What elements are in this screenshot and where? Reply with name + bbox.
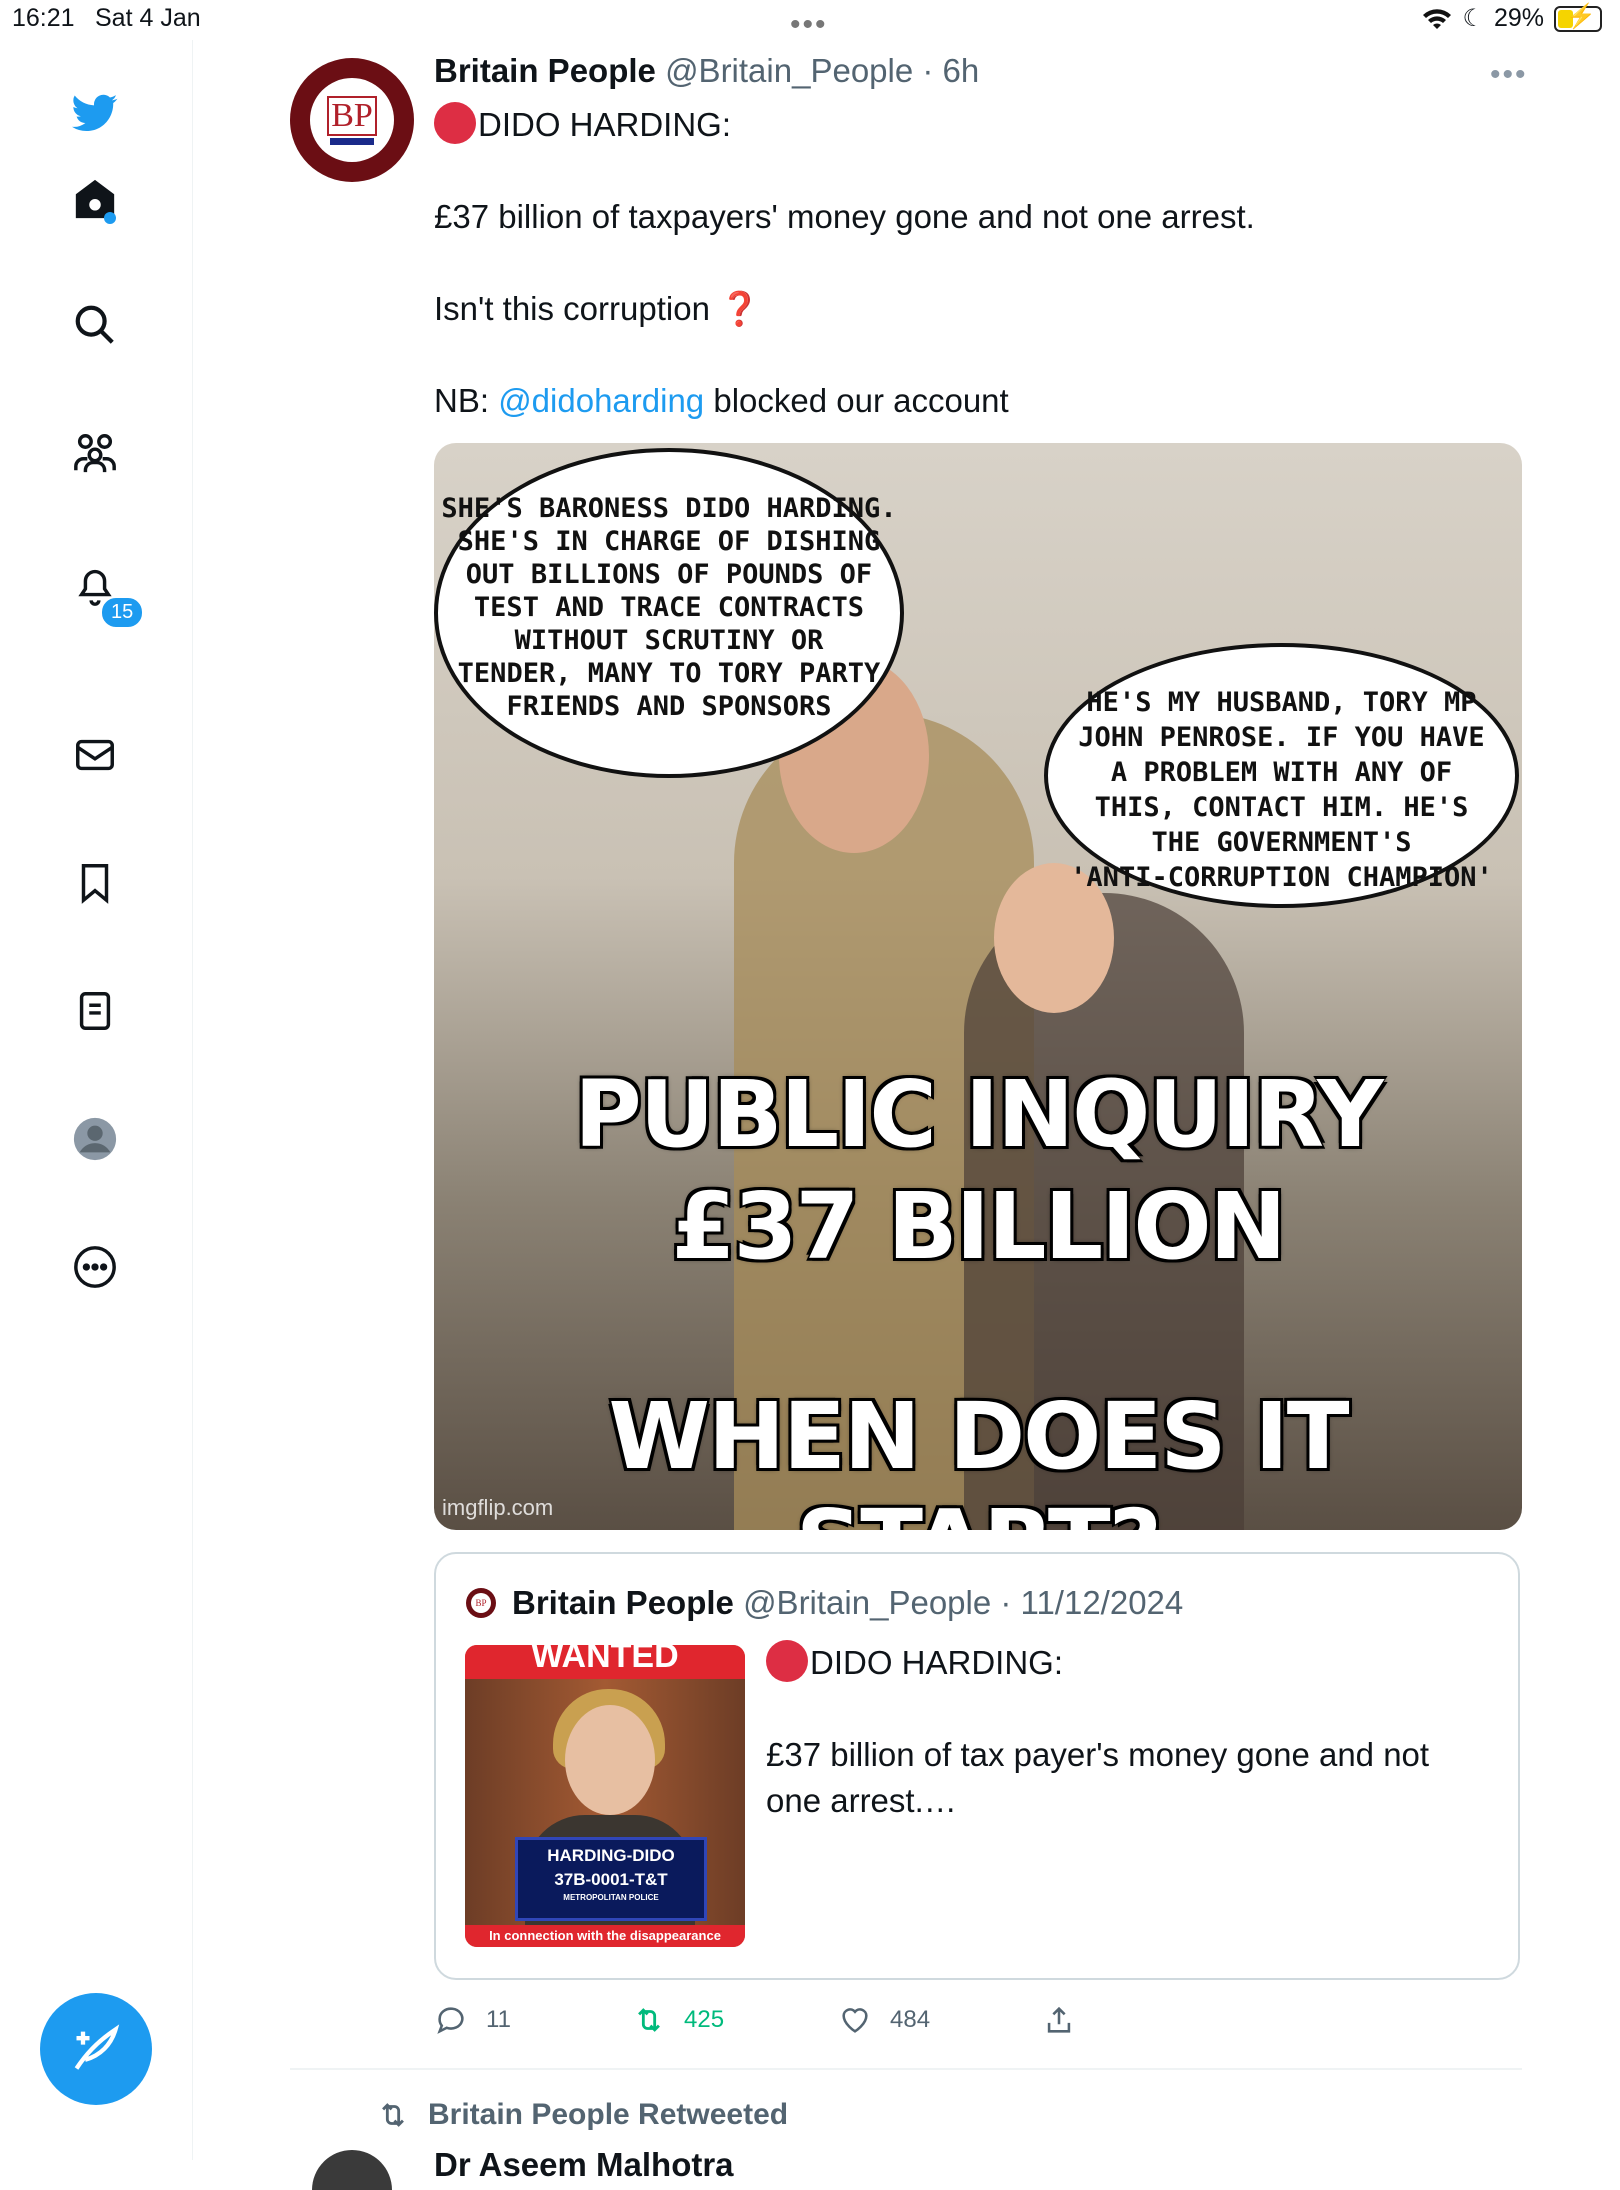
retweet-count: 425	[684, 2006, 725, 2033]
share-icon	[1047, 2006, 1071, 2033]
tweet-header: Britain People @Britain_People · 6h	[434, 52, 979, 90]
communities-icon[interactable]	[72, 430, 118, 476]
mugshot-placard: HARDING-DIDO 37B-0001-T&T METROPOLITAN P…	[515, 1837, 707, 1921]
compose-icon	[74, 2024, 120, 2070]
moon-icon: ☾	[1462, 5, 1484, 32]
compose-button[interactable]	[40, 1993, 152, 2105]
twitter-bird-icon[interactable]	[72, 90, 118, 136]
quoted-tweet-header: Britain People @Britain_People · 11/12/2…	[512, 1584, 1183, 1622]
quoted-author-handle: @Britain_People	[743, 1584, 992, 1621]
tweet-time[interactable]: · 6h	[922, 52, 979, 89]
quoted-tweet-thumbnail: WANTED HARDING-DIDO 37B-0001-T&T METROPO…	[465, 1645, 745, 1947]
tweet-line-1: DIDO HARDING:	[434, 102, 731, 144]
meme-headline-1: PUBLIC INQUIRY	[574, 1061, 1383, 1168]
meme-headline-2: £37 BILLION	[671, 1173, 1286, 1280]
heart-icon	[842, 2008, 868, 2033]
next-tweet-author[interactable]: Dr Aseem Malhotra	[434, 2146, 734, 2184]
more-icon[interactable]	[72, 1244, 118, 1290]
next-tweet-avatar[interactable]	[312, 2150, 392, 2190]
battery-icon: ⚡	[1554, 3, 1602, 32]
author-avatar[interactable]: BP	[290, 58, 414, 182]
tweet-line-4: NB: @didoharding blocked our account	[434, 382, 1009, 419]
retweet-icon	[382, 2103, 404, 2127]
thumbnail-caption: In connection with the disappearance	[465, 1925, 745, 1947]
like-count: 484	[890, 2006, 931, 2033]
red-circle-icon	[434, 102, 476, 144]
retweeted-label[interactable]: Britain People Retweeted	[376, 2098, 788, 2132]
tweet-divider	[290, 2068, 1522, 2070]
author-name[interactable]: Britain People	[434, 52, 656, 89]
quoted-line-1: DIDO HARDING:	[766, 1640, 1063, 1682]
retweet-button[interactable]: 425	[632, 2003, 724, 2037]
tweet-more-button[interactable]: •••	[1490, 58, 1528, 92]
notifications-badge: 15	[100, 596, 145, 629]
question-mark-icon: ❓	[719, 290, 761, 327]
status-date: Sat 4 Jan	[95, 4, 201, 32]
mention-link[interactable]: @didoharding	[498, 382, 704, 419]
share-button[interactable]	[1042, 2003, 1076, 2037]
sidebar-nav: 15	[0, 40, 193, 2160]
reply-icon	[437, 2007, 464, 2034]
meme-headline-3: WHEN DOES IT START?	[608, 1383, 1349, 1530]
search-icon[interactable]	[72, 302, 118, 348]
home-unread-dot	[104, 212, 116, 224]
wanted-banner: WANTED	[465, 1645, 745, 1679]
multitasking-handle[interactable]: •••	[790, 8, 828, 42]
author-handle[interactable]: @Britain_People	[665, 52, 913, 89]
like-button[interactable]: 484	[838, 2003, 930, 2037]
quoted-line-3: one arrest.…	[766, 1782, 957, 1819]
red-circle-icon	[766, 1640, 808, 1682]
quoted-author-avatar: BP	[466, 1588, 496, 1618]
quoted-author-name: Britain People	[512, 1584, 734, 1621]
speech-bubble-left: SHE'S BARONESS DIDO HARDING. SHE'S IN CH…	[434, 448, 904, 778]
image-watermark: imgflip.com	[442, 1495, 554, 1520]
avatar-logo-text: BP	[327, 95, 377, 136]
status-time: 16:21	[12, 4, 75, 32]
bookmarks-icon[interactable]	[72, 860, 118, 906]
quoted-tweet-date: · 11/12/2024	[1000, 1584, 1184, 1621]
wifi-icon	[1423, 8, 1452, 29]
lists-icon[interactable]	[72, 988, 118, 1034]
tweet-image[interactable]: SHE'S BARONESS DIDO HARDING. SHE'S IN CH…	[434, 443, 1522, 1530]
reply-button[interactable]: 11	[434, 2003, 511, 2037]
profile-icon[interactable]	[72, 1116, 118, 1162]
quoted-line-2: £37 billion of tax payer's money gone an…	[766, 1736, 1430, 1773]
reply-count: 11	[486, 2006, 511, 2033]
status-indicators: ☾ 29% ⚡	[1422, 3, 1602, 33]
speech-bubble-right: HE'S MY HUSBAND, TORY MP JOHN PENROSE. I…	[1044, 643, 1519, 908]
tweet-line-3: Isn't this corruption ❓	[434, 290, 761, 327]
messages-icon[interactable]	[72, 732, 118, 778]
tweet-line-2: £37 billion of taxpayers' money gone and…	[434, 198, 1255, 235]
retweet-icon	[638, 2008, 660, 2032]
battery-percent: 29%	[1493, 4, 1544, 32]
